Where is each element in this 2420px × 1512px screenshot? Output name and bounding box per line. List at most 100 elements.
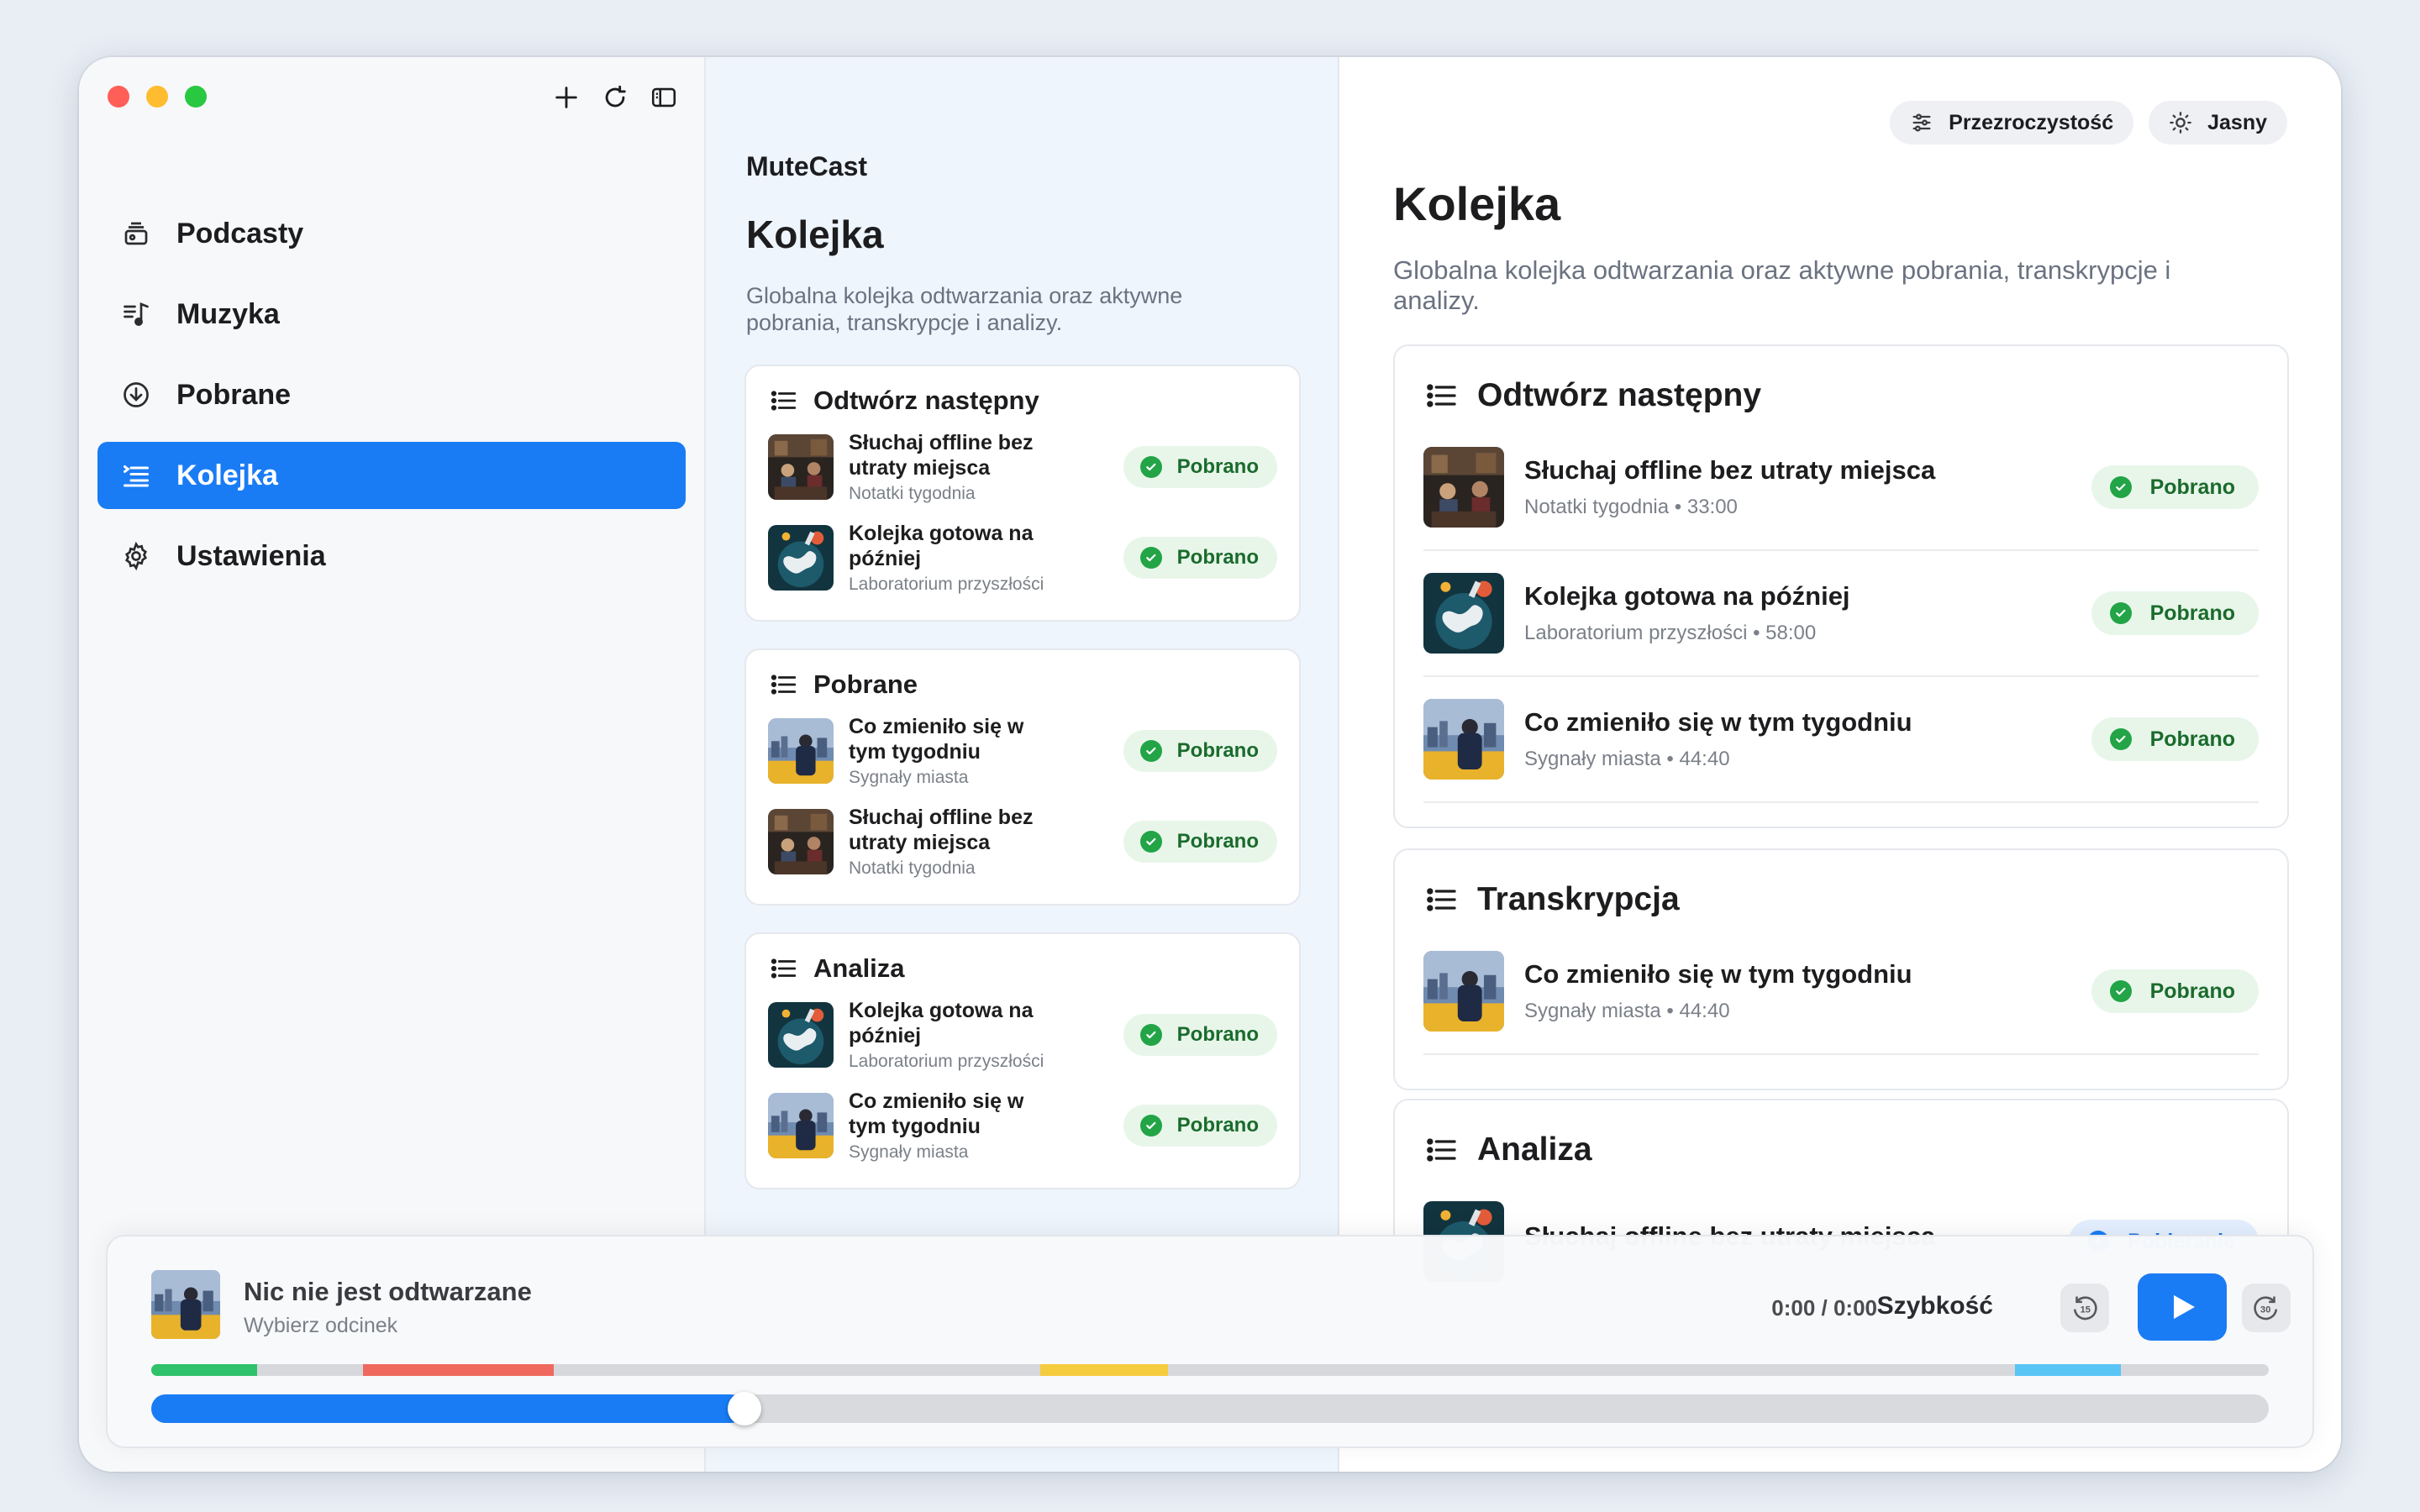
- episode-subtitle: Notatki tygodnia: [849, 484, 976, 503]
- section-title: Analiza: [813, 953, 905, 983]
- section-header: Analiza: [770, 948, 1299, 990]
- queue-row[interactable]: Kolejka gotowa na później Laboratorium pr…: [746, 990, 1299, 1080]
- episode-text: Kolejka gotowa na później Laboratorium pr…: [849, 521, 1123, 595]
- queue-list-icon: [124, 465, 149, 487]
- speed-button[interactable]: Szybkość: [1877, 1292, 1993, 1320]
- sidebar-item-muzyka[interactable]: Muzyka: [97, 281, 686, 348]
- queue-row[interactable]: Co zmieniło się w tym tygodniu Sygnały mi…: [1423, 929, 2259, 1055]
- status-dot: [2109, 602, 2132, 624]
- status-badge: Pobrano: [1123, 1105, 1277, 1147]
- queue-row[interactable]: Kolejka gotowa na później Laboratorium pr…: [1423, 551, 2259, 677]
- status-label: Pobrano: [2149, 475, 2235, 499]
- sidebar-item-podcasty[interactable]: Podcasty: [97, 200, 686, 267]
- episode-subtitle: Sygnały miasta • 44:40: [1524, 748, 1730, 770]
- transparency-button[interactable]: Przezroczystość: [1890, 101, 2134, 144]
- progress-knob[interactable]: [727, 1392, 761, 1425]
- status-dot: [1139, 831, 1162, 853]
- progress-slider[interactable]: [151, 1392, 2269, 1425]
- episode-artwork: [1423, 699, 1504, 780]
- sidebar-item-pobrane[interactable]: Pobrane: [97, 361, 686, 428]
- section-header: Transkrypcja: [1425, 870, 2287, 929]
- episode-subtitle: Sygnały miasta: [849, 1142, 969, 1162]
- window-controls: [108, 86, 207, 108]
- play-button[interactable]: [2138, 1273, 2227, 1341]
- page-description: Globalna kolejka odtwarzania oraz aktywn…: [746, 283, 1183, 335]
- section-header: Analiza: [1425, 1121, 2287, 1179]
- queue-row[interactable]: Słuchaj offline bez utraty miejsca Notatk…: [746, 796, 1299, 887]
- episode-text: Co zmieniło się w tym tygodniu Sygnały mi…: [849, 714, 1123, 788]
- plus-icon: [555, 87, 577, 108]
- episode-subtitle: Laboratorium przyszłości: [849, 1052, 1044, 1071]
- podcasts-stack-icon: [124, 222, 148, 245]
- episode-artwork: [768, 1002, 834, 1068]
- queue-section-card: Odtwórz następny Słuchaj offline bez utra…: [1393, 344, 2289, 828]
- check-icon: [1146, 837, 1156, 846]
- check-icon: [1146, 1121, 1156, 1130]
- transparency-label: Przezroczystość: [1949, 110, 2114, 134]
- status-label: Pobrano: [1176, 1114, 1259, 1137]
- sidebar-item-kolejka[interactable]: Kolejka: [97, 442, 686, 509]
- minimize-window-button[interactable]: [146, 86, 168, 108]
- chapter-marker: [2014, 1364, 2121, 1376]
- queue-row[interactable]: Co zmieniło się w tym tygodniu Sygnały mi…: [1423, 677, 2259, 803]
- chapter-markers-track: [151, 1364, 2269, 1376]
- play-icon: [2174, 1294, 2195, 1320]
- episode-text: Słuchaj offline bez utraty miejsca Notatk…: [849, 430, 1123, 504]
- sliders-icon: [1912, 113, 1931, 132]
- episode-subtitle: Sygnały miasta: [849, 768, 969, 787]
- refresh-button[interactable]: [600, 82, 630, 113]
- check-icon: [1146, 1031, 1156, 1039]
- section-header: Odtwórz następny: [770, 380, 1299, 422]
- theme-button[interactable]: Jasny: [2149, 101, 2287, 144]
- queue-row[interactable]: Co zmieniło się w tym tygodniu Sygnały mi…: [746, 706, 1299, 796]
- episode-artwork: [768, 434, 834, 500]
- list-icon: [1427, 1138, 1456, 1162]
- skip-forward-button[interactable]: 30: [2242, 1284, 2291, 1332]
- zoom-window-button[interactable]: [185, 86, 207, 108]
- app-window: Podcasty Muzyka Pobrane Kolejka Ustawien…: [79, 57, 2341, 1472]
- episode-title: Kolejka gotowa na później: [849, 522, 1034, 570]
- chapter-marker: [363, 1364, 554, 1376]
- episode-artwork: [768, 809, 834, 874]
- list-icon: [1427, 384, 1456, 407]
- toggle-sidebar-button[interactable]: [649, 82, 679, 113]
- add-button[interactable]: [551, 82, 581, 113]
- queue-row[interactable]: Co zmieniło się w tym tygodniu Sygnały mi…: [746, 1080, 1299, 1171]
- sidebar-item-ustawienia[interactable]: Ustawienia: [97, 522, 686, 590]
- list-icon: [771, 958, 797, 979]
- section-title: Pobrane: [813, 669, 918, 699]
- sidebar-item-label: Pobrane: [176, 378, 292, 411]
- status-dot: [1139, 740, 1162, 762]
- episode-subtitle: Notatki tygodnia • 33:00: [1524, 496, 1738, 518]
- episode-text: Co zmieniło się w tym tygodniu Sygnały mi…: [1524, 959, 2091, 1023]
- progress-fill: [151, 1394, 744, 1423]
- episode-artwork: [1423, 951, 1504, 1032]
- queue-row[interactable]: Słuchaj offline bez utraty miejsca Notatk…: [1423, 425, 2259, 551]
- check-icon: [1146, 747, 1156, 755]
- episode-artwork: [768, 1093, 834, 1158]
- episode-text: Co zmieniło się w tym tygodniu Sygnały mi…: [849, 1089, 1123, 1163]
- detail-description: Globalna kolejka odtwarzania oraz aktywn…: [1393, 255, 2171, 315]
- episode-title: Co zmieniło się w tym tygodniu: [1524, 959, 1912, 989]
- episode-title: Słuchaj offline bez utraty miejsca: [849, 806, 1034, 854]
- detail-title: Kolejka: [1393, 177, 1561, 230]
- episode-artwork: [768, 525, 834, 591]
- status-badge: Pobrano: [2091, 591, 2259, 635]
- close-window-button[interactable]: [108, 86, 129, 108]
- status-badge: Pobrano: [1123, 821, 1277, 863]
- status-label: Pobrano: [1176, 830, 1259, 853]
- queue-section-card: Transkrypcja Co zmieniło się w tym tygodn…: [1393, 848, 2289, 1090]
- episode-title: Kolejka gotowa na później: [849, 999, 1034, 1047]
- list-icon: [1427, 888, 1456, 911]
- status-dot: [2109, 980, 2132, 1002]
- queue-row[interactable]: Kolejka gotowa na później Laboratorium pr…: [746, 512, 1299, 603]
- episode-subtitle: Sygnały miasta • 44:40: [1524, 1000, 1730, 1022]
- episode-title: Co zmieniło się w tym tygodniu: [849, 1089, 1024, 1138]
- episode-text: Słuchaj offline bez utraty miejsca Notatk…: [1524, 455, 2091, 519]
- skip-back-15-icon: 15: [2073, 1296, 2097, 1320]
- skip-back-button[interactable]: 15: [2060, 1284, 2109, 1332]
- sun-icon: [2170, 112, 2191, 134]
- queue-row[interactable]: Słuchaj offline bez utraty miejsca Notatk…: [746, 422, 1299, 512]
- episode-subtitle: Laboratorium przyszłości • 58:00: [1524, 622, 1817, 644]
- skip-forward-seconds: 30: [2260, 1305, 2270, 1315]
